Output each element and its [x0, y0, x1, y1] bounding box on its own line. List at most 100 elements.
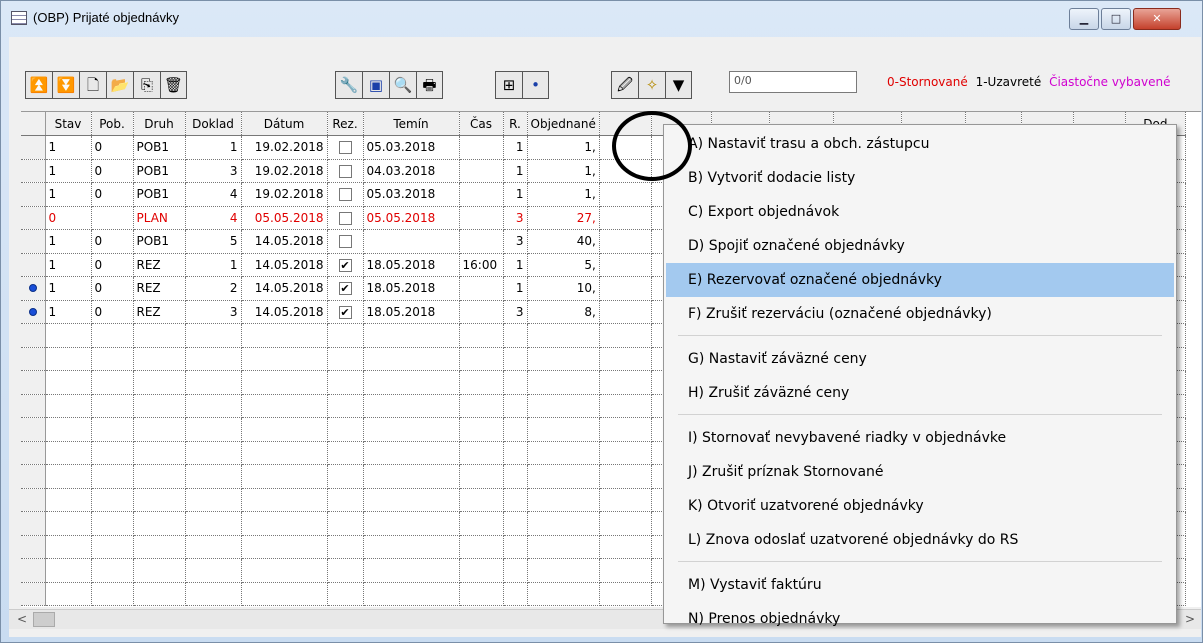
- reservation-checkbox[interactable]: [338, 164, 352, 178]
- cell-druh[interactable]: POB1: [133, 229, 186, 254]
- empty-cell[interactable]: [45, 558, 92, 583]
- cell-stav[interactable]: 1: [45, 229, 92, 254]
- column-header[interactable]: Druh: [133, 112, 186, 136]
- menu-item[interactable]: I) Stornovať nevybavené riadky v objedná…: [666, 421, 1174, 455]
- empty-cell[interactable]: [91, 441, 134, 465]
- empty-cell[interactable]: [185, 394, 242, 418]
- menu-item[interactable]: H) Zrušiť záväzné ceny: [666, 376, 1174, 410]
- menu-item[interactable]: B) Vytvoriť dodacie listy: [666, 161, 1174, 195]
- empty-cell[interactable]: [241, 464, 328, 489]
- column-header[interactable]: Stav: [45, 112, 92, 136]
- empty-cell[interactable]: [45, 347, 92, 371]
- reservation-checkbox[interactable]: [338, 211, 352, 225]
- empty-cell[interactable]: [327, 511, 364, 536]
- empty-cell[interactable]: [599, 535, 652, 559]
- empty-cell[interactable]: [503, 511, 528, 536]
- empty-cell[interactable]: [327, 464, 364, 489]
- empty-cell[interactable]: [45, 582, 92, 606]
- empty-cell[interactable]: [459, 441, 504, 465]
- row-indicator[interactable]: [21, 441, 46, 465]
- cell-cas[interactable]: [459, 229, 504, 254]
- cell-stav[interactable]: 1: [45, 182, 92, 207]
- column-header[interactable]: Rez.: [327, 112, 364, 136]
- reservation-checkbox[interactable]: ✔: [338, 305, 352, 319]
- cell-druh[interactable]: POB1: [133, 135, 186, 160]
- empty-cell[interactable]: [527, 488, 600, 512]
- empty-cell[interactable]: [133, 558, 186, 583]
- filter-input[interactable]: 0/0: [729, 71, 857, 93]
- empty-cell[interactable]: [241, 558, 328, 583]
- empty-cell[interactable]: [133, 535, 186, 559]
- empty-cell[interactable]: [527, 582, 600, 606]
- cell-objednane[interactable]: 27,: [527, 206, 600, 230]
- empty-cell[interactable]: [599, 347, 652, 371]
- empty-cell[interactable]: [459, 370, 504, 395]
- empty-cell[interactable]: [185, 323, 242, 348]
- column-header[interactable]: Dátum: [241, 112, 328, 136]
- cell-druh[interactable]: POB1: [133, 159, 186, 183]
- empty-cell[interactable]: [527, 558, 600, 583]
- empty-cell[interactable]: [363, 488, 460, 512]
- cell-druh[interactable]: REZ: [133, 300, 186, 324]
- move-top-icon[interactable]: ⏫: [25, 71, 52, 99]
- open-folder-icon[interactable]: 📂: [106, 71, 133, 99]
- empty-cell[interactable]: [91, 464, 134, 489]
- cell-doklad[interactable]: 3: [185, 300, 242, 324]
- cell-cas[interactable]: [459, 159, 504, 183]
- empty-cell[interactable]: [327, 370, 364, 395]
- empty-cell[interactable]: [363, 558, 460, 583]
- empty-cell[interactable]: [599, 370, 652, 395]
- empty-cell[interactable]: [241, 394, 328, 418]
- empty-cell[interactable]: [599, 229, 652, 254]
- cell-druh[interactable]: REZ: [133, 253, 186, 277]
- empty-cell[interactable]: [459, 417, 504, 442]
- row-indicator[interactable]: [21, 323, 46, 348]
- reservation-checkbox[interactable]: [338, 235, 352, 249]
- empty-cell[interactable]: [503, 535, 528, 559]
- cell-pob[interactable]: 0: [91, 135, 134, 160]
- empty-cell[interactable]: [327, 488, 364, 512]
- grid-icon[interactable]: ⊞: [495, 71, 522, 99]
- cell-pob[interactable]: 0: [91, 300, 134, 324]
- cell-rez[interactable]: ✔: [327, 276, 364, 301]
- empty-cell[interactable]: [241, 511, 328, 536]
- empty-cell[interactable]: [503, 323, 528, 348]
- empty-cell[interactable]: [185, 347, 242, 371]
- cell-termin[interactable]: 18.05.2018: [363, 300, 460, 324]
- empty-cell[interactable]: [459, 558, 504, 583]
- row-indicator[interactable]: [21, 417, 46, 442]
- empty-cell[interactable]: [91, 488, 134, 512]
- cell-stav[interactable]: 1: [45, 135, 92, 160]
- cell-rez[interactable]: [327, 229, 364, 254]
- row-indicator[interactable]: [21, 229, 46, 254]
- empty-cell[interactable]: [45, 394, 92, 418]
- empty-cell[interactable]: [45, 417, 92, 442]
- search-icon[interactable]: 🔍: [389, 71, 416, 99]
- cell-doklad[interactable]: 1: [185, 135, 242, 160]
- empty-cell[interactable]: [599, 300, 652, 324]
- empty-cell[interactable]: [363, 441, 460, 465]
- row-indicator[interactable]: [21, 135, 46, 160]
- cell-termin[interactable]: 18.05.2018: [363, 253, 460, 277]
- empty-cell[interactable]: [45, 323, 92, 348]
- cell-r[interactable]: 3: [503, 206, 528, 230]
- cell-datum[interactable]: 19.02.2018: [241, 182, 328, 207]
- empty-cell[interactable]: [241, 370, 328, 395]
- menu-item[interactable]: M) Vystaviť faktúru: [666, 568, 1174, 602]
- row-indicator[interactable]: [21, 253, 46, 277]
- row-indicator[interactable]: [21, 370, 46, 395]
- menu-item[interactable]: F) Zrušiť rezerváciu (označené objednávk…: [666, 297, 1174, 331]
- menu-item[interactable]: E) Rezervovať označené objednávky: [666, 263, 1174, 297]
- empty-cell[interactable]: [503, 488, 528, 512]
- empty-cell[interactable]: [185, 511, 242, 536]
- empty-cell[interactable]: [363, 464, 460, 489]
- print-icon[interactable]: 🖶: [416, 71, 443, 99]
- row-indicator[interactable]: [21, 558, 46, 583]
- empty-cell[interactable]: [599, 417, 652, 442]
- empty-cell[interactable]: [45, 370, 92, 395]
- cell-r[interactable]: 1: [503, 135, 528, 160]
- column-header[interactable]: Doklad: [185, 112, 242, 136]
- empty-cell[interactable]: [91, 582, 134, 606]
- cell-objednane[interactable]: 1,: [527, 182, 600, 207]
- menu-item[interactable]: A) Nastaviť trasu a obch. zástupcu: [666, 127, 1174, 161]
